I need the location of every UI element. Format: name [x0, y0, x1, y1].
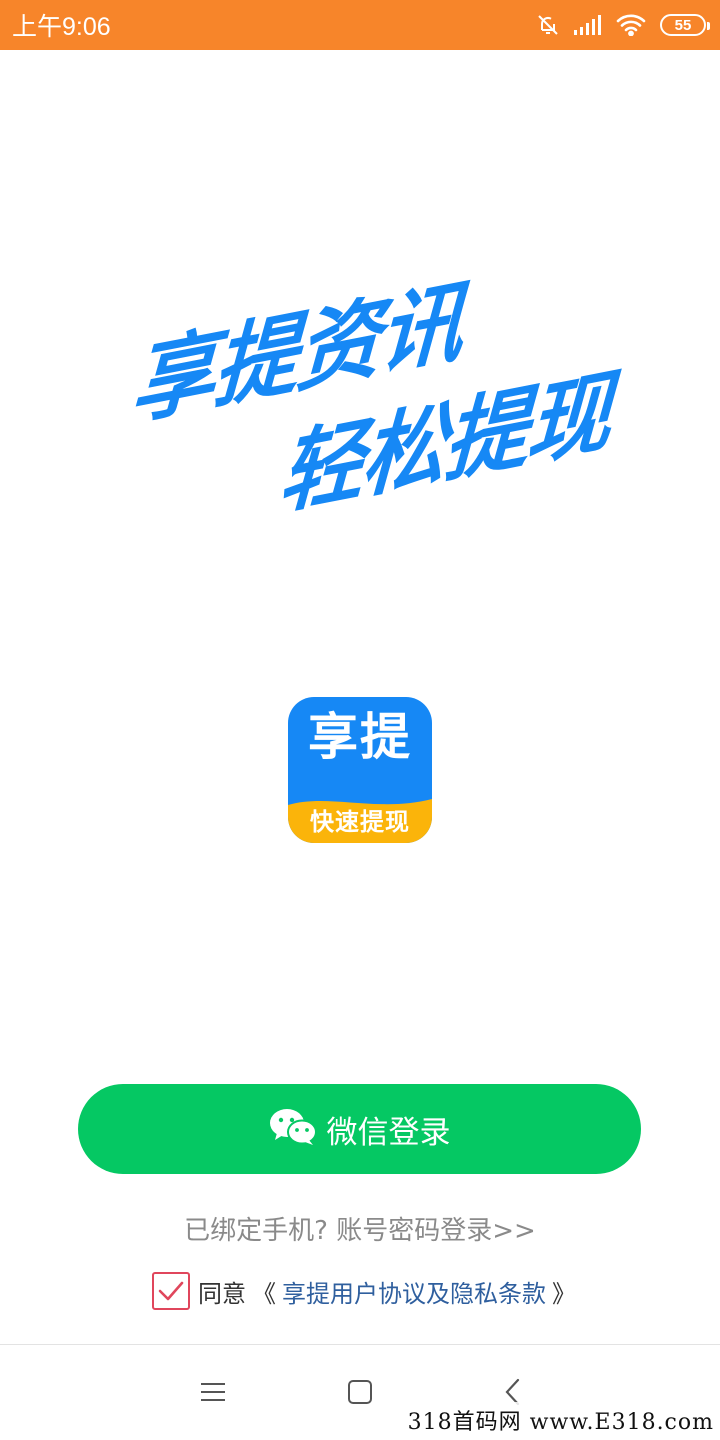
logo-band: 快速提现	[288, 791, 432, 843]
agreement-checkbox[interactable]	[152, 1272, 190, 1310]
logo-subtitle: 快速提现	[310, 808, 410, 836]
app-logo: 享提 快速提现	[288, 697, 432, 843]
agreement-prefix: 同意	[198, 1279, 246, 1308]
wifi-icon	[616, 14, 646, 36]
wechat-login-label: 微信登录	[326, 1114, 451, 1151]
wechat-icon	[269, 1107, 317, 1151]
status-icons: 55	[536, 13, 710, 37]
battery-level: 55	[674, 16, 692, 34]
agreement-close-bracket: 》	[552, 1279, 576, 1308]
agreement-row: 同意 《 享提用户协议及隐私条款 》	[152, 1272, 576, 1310]
menu-icon[interactable]	[198, 1377, 228, 1407]
agreement-open-bracket: 《	[252, 1279, 276, 1308]
signal-icon	[574, 15, 602, 35]
notifications-muted-icon	[536, 13, 560, 37]
login-screen: 上午9:06 55 享提资讯 轻松提现 享提 快速提现 微信登录 已绑定手机? …	[0, 0, 720, 1440]
watermark: 318首码网 www.E318.com	[403, 1402, 718, 1438]
logo-title: 享提	[308, 708, 412, 766]
status-bar: 上午9:06 55	[0, 0, 720, 50]
agreement-link[interactable]: 享提用户协议及隐私条款	[282, 1274, 546, 1309]
slogan: 享提资讯 轻松提现	[0, 255, 720, 555]
battery-icon: 55	[660, 14, 710, 36]
home-icon[interactable]	[345, 1377, 375, 1407]
account-password-login-link[interactable]: 已绑定手机? 账号密码登录>>	[0, 1210, 720, 1247]
check-icon	[158, 1281, 184, 1301]
wechat-login-button[interactable]: 微信登录	[78, 1084, 641, 1174]
status-time: 上午9:06	[12, 13, 111, 41]
